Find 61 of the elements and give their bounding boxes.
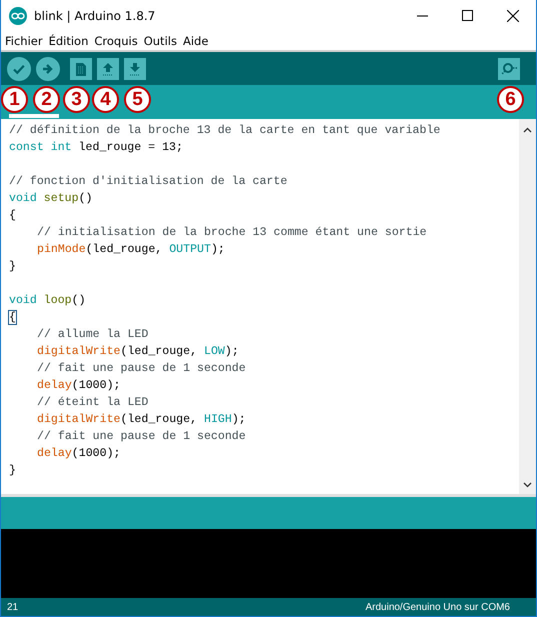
code-comment: // fait une pause de 1 seconde [37, 430, 246, 443]
menu-item[interactable]: Aide [182, 34, 208, 48]
code-text: } [9, 464, 16, 477]
scroll-up-icon[interactable] [523, 127, 532, 133]
line-number: 21 [7, 602, 18, 612]
code-keyword: OUTPUT [169, 243, 211, 256]
new-file-icon[interactable] [70, 58, 92, 80]
code-text: ); [224, 345, 239, 358]
code-function: loop [42, 294, 72, 307]
open-upload-icon[interactable] [97, 58, 119, 80]
code-text: } [9, 260, 16, 273]
verify-icon[interactable] [7, 56, 31, 80]
code-text: (1000); [72, 447, 120, 460]
serial-monitor-icon[interactable] [498, 58, 520, 80]
number-callout: 4 [92, 86, 119, 113]
code-function: delay [37, 447, 72, 460]
menu-item[interactable]: Édition [48, 34, 88, 48]
app-logo-icon [9, 6, 27, 24]
code-bracket: { [9, 311, 16, 324]
scrollbar[interactable] [519, 119, 536, 494]
number-callout: 1 [1, 86, 28, 113]
code-comment: // définition de la broche 13 de la carte en tant que variable [9, 124, 440, 137]
number-callout: 2 [33, 86, 60, 113]
code-keyword: HIGH [204, 413, 232, 426]
code-keyword: void [9, 192, 37, 205]
code-text: led_rouge = 13; [78, 141, 183, 154]
window-title: blink | Arduino 1.8.7 [34, 8, 156, 22]
save-download-icon[interactable] [124, 58, 146, 80]
number-callout: 3 [63, 86, 90, 113]
code-comment: // initialisation de la broche 13 comme étant une sortie [37, 226, 427, 239]
number-callout: 5 [124, 86, 151, 113]
code-keyword: const int [9, 141, 72, 154]
code-comment: // allume la LED [37, 328, 148, 341]
code-function: pinMode [37, 243, 86, 256]
maximize-icon[interactable] [462, 10, 473, 21]
code-text: (led_rouge, [120, 345, 198, 358]
menu-item[interactable]: Fichier [5, 34, 43, 48]
code-comment: // fonction d'initialisation de la carte [9, 175, 288, 188]
code-text: () [72, 294, 86, 307]
code-function: digitalWrite [37, 413, 120, 426]
code-comment: // fait une pause de 1 seconde [37, 362, 246, 375]
code-function: setup [42, 192, 79, 205]
code-text: ); [210, 243, 225, 256]
code-text: ); [232, 413, 246, 426]
number-callout: 6 [497, 86, 524, 113]
code-text: () [78, 192, 93, 205]
code-function: delay [37, 379, 72, 392]
code-text: (led_rouge, [120, 413, 198, 426]
code-text: { [9, 209, 16, 222]
code-keyword: void [9, 294, 37, 307]
menu-item[interactable]: Outils [144, 34, 177, 48]
scroll-down-icon[interactable] [523, 482, 532, 488]
code-comment: // éteint la LED [37, 396, 148, 409]
minimize-icon[interactable] [417, 14, 428, 16]
code-text: (1000); [72, 379, 120, 392]
code-keyword: LOW [204, 345, 225, 358]
close-icon[interactable] [507, 10, 519, 22]
code-function: digitalWrite [37, 345, 120, 358]
menu-item[interactable]: Croquis [94, 34, 138, 48]
board-port-label: Arduino/Genuino Uno sur COM6 [365, 602, 510, 612]
code-text: (led_rouge, [86, 243, 164, 256]
